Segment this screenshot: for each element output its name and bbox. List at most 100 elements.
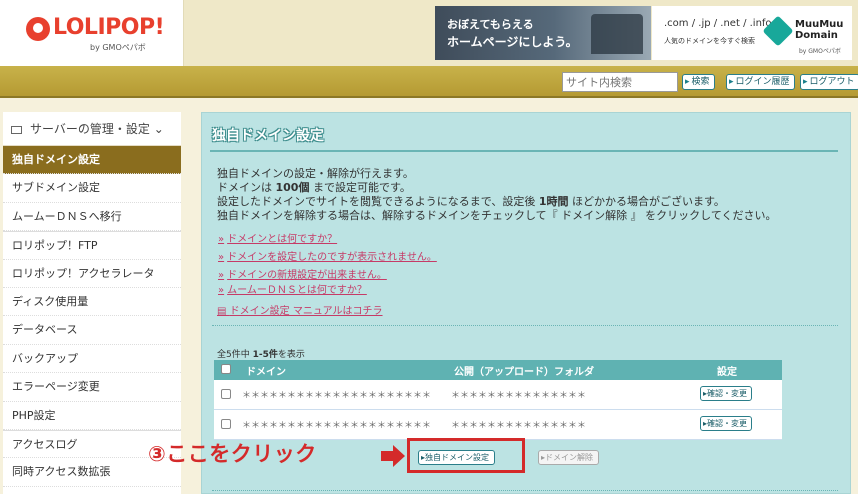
ad-photo <box>591 14 643 54</box>
desc-text: まで設定可能です。 <box>309 181 411 194</box>
sidebar: サーバーの管理・設定 ⌄ 独自ドメイン設定 サブドメイン設定 ムームーＤＮＳへ移… <box>3 112 181 494</box>
manual-link-label: ドメイン設定 マニュアルはコチラ <box>229 306 383 317</box>
table-row: ＊＊＊＊＊＊＊＊＊＊＊＊＊＊＊＊＊＊＊＊＊ ＊＊＊＊＊＊＊＊＊＊＊＊＊＊＊ ▸確… <box>214 380 782 410</box>
domain-table: ドメイン 公開（アップロード）フォルダ 設定 ＊＊＊＊＊＊＊＊＊＊＊＊＊＊＊＊＊… <box>214 360 782 440</box>
faq-link[interactable]: » ドメインとは何ですか？ <box>218 230 337 245</box>
ad-line: 人気のドメインを今すぐ検索 <box>664 37 755 45</box>
faq-link[interactable]: » ムームーＤＮＳとは何ですか？ <box>218 281 367 296</box>
count-text: を表示 <box>277 350 305 360</box>
ad-line: おぼえてもらえる <box>447 18 534 31</box>
sidebar-item-php[interactable]: PHP設定 <box>3 402 181 430</box>
column-header-domain: ドメイン <box>246 367 286 378</box>
sidebar-item-accelerator[interactable]: ロリポップ！アクセラレータ <box>3 260 181 288</box>
result-count: 全5件中 1-5件を表示 <box>217 347 305 360</box>
arrow-icon: » <box>218 270 225 281</box>
arrow-icon: » <box>218 252 225 263</box>
desc-bold: 100個 <box>275 181 310 194</box>
button-label: ログイン履歴 <box>735 77 790 87</box>
sidebar-header-label: サーバーの管理・設定 <box>30 122 150 136</box>
logo-sub: by GMOペパボ <box>90 43 146 52</box>
login-history-button[interactable]: ▸ ログイン履歴 <box>726 74 795 90</box>
button-label: 独自ドメイン設定 <box>425 453 490 462</box>
sidebar-item-database[interactable]: データベース <box>3 316 181 345</box>
sidebar-item-error-page[interactable]: エラーページ変更 <box>3 373 181 402</box>
divider <box>210 150 838 152</box>
column-header-setting: 設定 <box>717 367 737 378</box>
description: 独自ドメインの設定・解除が行えます。 ドメインは 100個 まで設定可能です。 … <box>217 167 777 223</box>
table-row: ＊＊＊＊＊＊＊＊＊＊＊＊＊＊＊＊＊＊＊＊＊ ＊＊＊＊＊＊＊＊＊＊＊＊＊＊＊ ▸確… <box>214 410 782 440</box>
button-label: 確認・変更 <box>707 389 748 398</box>
row-checkbox[interactable] <box>221 389 231 399</box>
row-checkbox[interactable] <box>221 419 231 429</box>
sidebar-item-muumuu-dns[interactable]: ムームーＤＮＳへ移行 <box>3 203 181 232</box>
desc-line: 独自ドメインの設定・解除が行えます。 <box>217 167 414 180</box>
faq-link-label: ムームーＤＮＳとは何ですか？ <box>227 285 367 296</box>
divider <box>212 325 838 326</box>
table-header: ドメイン 公開（アップロード）フォルダ 設定 <box>214 360 782 380</box>
confirm-change-button[interactable]: ▸確認・変更 <box>700 386 753 401</box>
site-search-input[interactable] <box>562 72 678 92</box>
desc-line: 独自ドメインを解除する場合は、解除するドメインをチェックして『 ドメイン解除 』… <box>217 209 777 222</box>
add-domain-button[interactable]: ▸独自ドメイン設定 <box>418 450 496 465</box>
top-nav-bar: ▸検索 ▸ログイン履歴 ▸ログアウト <box>0 66 858 98</box>
arrow-icon: » <box>218 285 225 296</box>
faq-link[interactable]: » ドメインの新規設定が出来ません。 <box>218 266 387 281</box>
site-header: LOLIPOP! by GMOペパボ おぼえてもらえる ホームページにしよう。 … <box>0 0 858 66</box>
count-bold: 1-5件 <box>252 350 278 360</box>
arrow-right-icon: ▸ <box>685 77 690 87</box>
faq-link-label: ドメインを設定したのですが表示されません。 <box>227 252 437 263</box>
main-panel: 独自ドメイン設定 独自ドメインの設定・解除が行えます。 ドメインは 100個 ま… <box>201 112 851 494</box>
desc-line: ドメインは 100個 まで設定可能です。 <box>217 181 777 195</box>
annotation-text: ③ここをクリック <box>148 442 317 466</box>
divider <box>212 490 838 491</box>
select-all-checkbox[interactable] <box>221 364 231 374</box>
logo-text: LOLIPOP! <box>53 15 165 40</box>
button-label: 検索 <box>691 77 710 87</box>
sidebar-item-backup[interactable]: バックアップ <box>3 345 181 374</box>
row-domain: ＊＊＊＊＊＊＊＊＊＊＊＊＊＊＊＊＊＊＊＊＊ <box>242 391 432 401</box>
confirm-change-button[interactable]: ▸確認・変更 <box>700 416 753 431</box>
ad-line: .com / .jp / .net / .info <box>664 18 772 29</box>
arrow-icon: » <box>218 234 225 245</box>
sidebar-item-disk-usage[interactable]: ディスク使用量 <box>3 288 181 317</box>
button-label: 確認・変更 <box>707 419 748 428</box>
desc-text: ドメインは <box>217 181 276 194</box>
brand-line: Domain <box>795 30 838 41</box>
count-text: 全5件中 <box>217 350 253 360</box>
arrow-right-icon: ▸ <box>803 77 808 87</box>
manual-link[interactable]: ▤ ドメイン設定 マニュアルはコチラ <box>217 302 383 317</box>
desc-text: ほどかかる場合がございます。 <box>568 195 725 208</box>
homepage-banner-ad[interactable]: おぼえてもらえる ホームページにしよう。 <box>435 6 651 60</box>
row-domain: ＊＊＊＊＊＊＊＊＊＊＊＊＊＊＊＊＊＊＊＊＊ <box>242 421 432 431</box>
muumuu-brand: MuuMuu Domain <box>795 19 843 41</box>
faq-link-label: ドメインとは何ですか？ <box>227 234 338 245</box>
remove-domain-button[interactable]: ▸ドメイン解除 <box>538 450 600 465</box>
chevron-down-icon: ⌄ <box>153 122 164 136</box>
desc-text: 設定したドメインでサイトを閲覧できるようになるまで、設定後 <box>217 195 539 208</box>
arrow-right-icon <box>381 445 405 467</box>
search-button[interactable]: ▸ 検索 <box>682 74 715 90</box>
column-header-folder: 公開（アップロード）フォルダ <box>454 367 594 378</box>
arrow-right-icon: ▸ <box>729 77 734 87</box>
row-folder: ＊＊＊＊＊＊＊＊＊＊＊＊＊＊＊ <box>451 391 587 401</box>
sidebar-header[interactable]: サーバーの管理・設定 ⌄ <box>3 112 181 146</box>
manual-icon: ▤ <box>217 306 230 317</box>
brand-sub: by GMOペパボ <box>799 48 841 55</box>
lolipop-logo[interactable]: LOLIPOP! by GMOペパボ <box>0 0 184 66</box>
sidebar-item-custom-domain[interactable]: 独自ドメイン設定 <box>3 146 181 175</box>
faq-link[interactable]: » ドメインを設定したのですが表示されません。 <box>218 248 437 263</box>
ad-line: ホームページにしよう。 <box>447 35 578 49</box>
logout-button[interactable]: ▸ ログアウト <box>800 74 858 90</box>
logo-mark-icon <box>26 17 50 41</box>
button-label: ログアウト <box>809 77 855 87</box>
muumuu-banner-ad[interactable]: .com / .jp / .net / .info 人気のドメインを今すぐ検索 … <box>652 6 852 60</box>
sidebar-item-subdomain[interactable]: サブドメイン設定 <box>3 174 181 203</box>
sidebar-item-ftp[interactable]: ロリポップ！FTP <box>3 231 181 260</box>
faq-link-label: ドメインの新規設定が出来ません。 <box>227 270 387 281</box>
monitor-icon <box>11 125 22 134</box>
annotation-label: ③ここをクリック <box>148 438 317 468</box>
button-label: ドメイン解除 <box>545 453 594 462</box>
desc-line: 設定したドメインでサイトを閲覧できるようになるまで、設定後 1時間 ほどかかる場… <box>217 195 777 209</box>
row-folder: ＊＊＊＊＊＊＊＊＊＊＊＊＊＊＊ <box>451 421 587 431</box>
desc-bold: 1時間 <box>538 195 569 208</box>
